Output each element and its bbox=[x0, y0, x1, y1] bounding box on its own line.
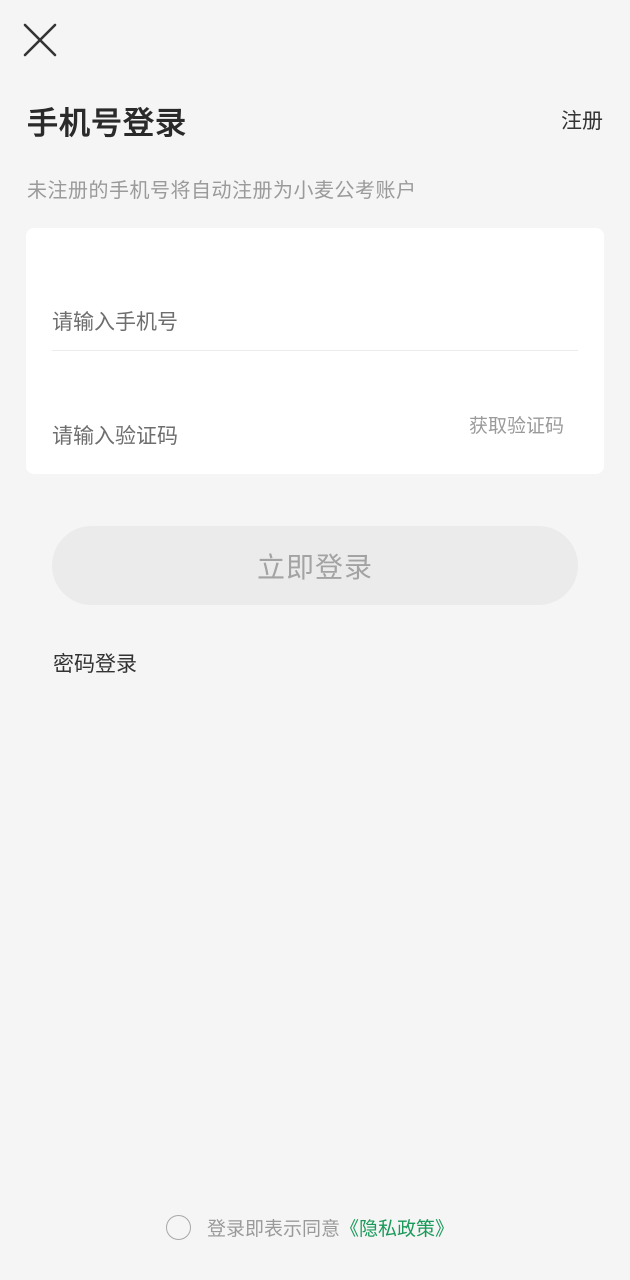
field-divider bbox=[52, 350, 578, 351]
register-link[interactable]: 注册 bbox=[561, 105, 603, 135]
agreement-row: 登录即表示同意 《隐私政策》 bbox=[0, 1212, 630, 1242]
close-button[interactable] bbox=[18, 18, 62, 62]
page-title: 手机号登录 bbox=[27, 106, 187, 142]
page-subtitle: 未注册的手机号将自动注册为小麦公考账户 bbox=[27, 178, 417, 202]
login-button[interactable]: 立即登录 bbox=[52, 526, 578, 605]
login-form-card: 获取验证码 bbox=[26, 228, 604, 474]
password-login-link[interactable]: 密码登录 bbox=[53, 648, 137, 678]
agreement-checkbox[interactable] bbox=[165, 1214, 191, 1240]
get-code-button[interactable]: 获取验证码 bbox=[469, 411, 564, 438]
verification-code-input[interactable] bbox=[52, 412, 452, 460]
phone-input[interactable] bbox=[52, 298, 578, 346]
privacy-policy-link[interactable]: 《隐私政策》 bbox=[340, 1214, 454, 1241]
agreement-text: 登录即表示同意 bbox=[206, 1217, 340, 1240]
login-page: 手机号登录 注册 未注册的手机号将自动注册为小麦公考账户 获取验证码 立即登录 … bbox=[0, 0, 630, 1280]
close-icon bbox=[23, 23, 57, 57]
